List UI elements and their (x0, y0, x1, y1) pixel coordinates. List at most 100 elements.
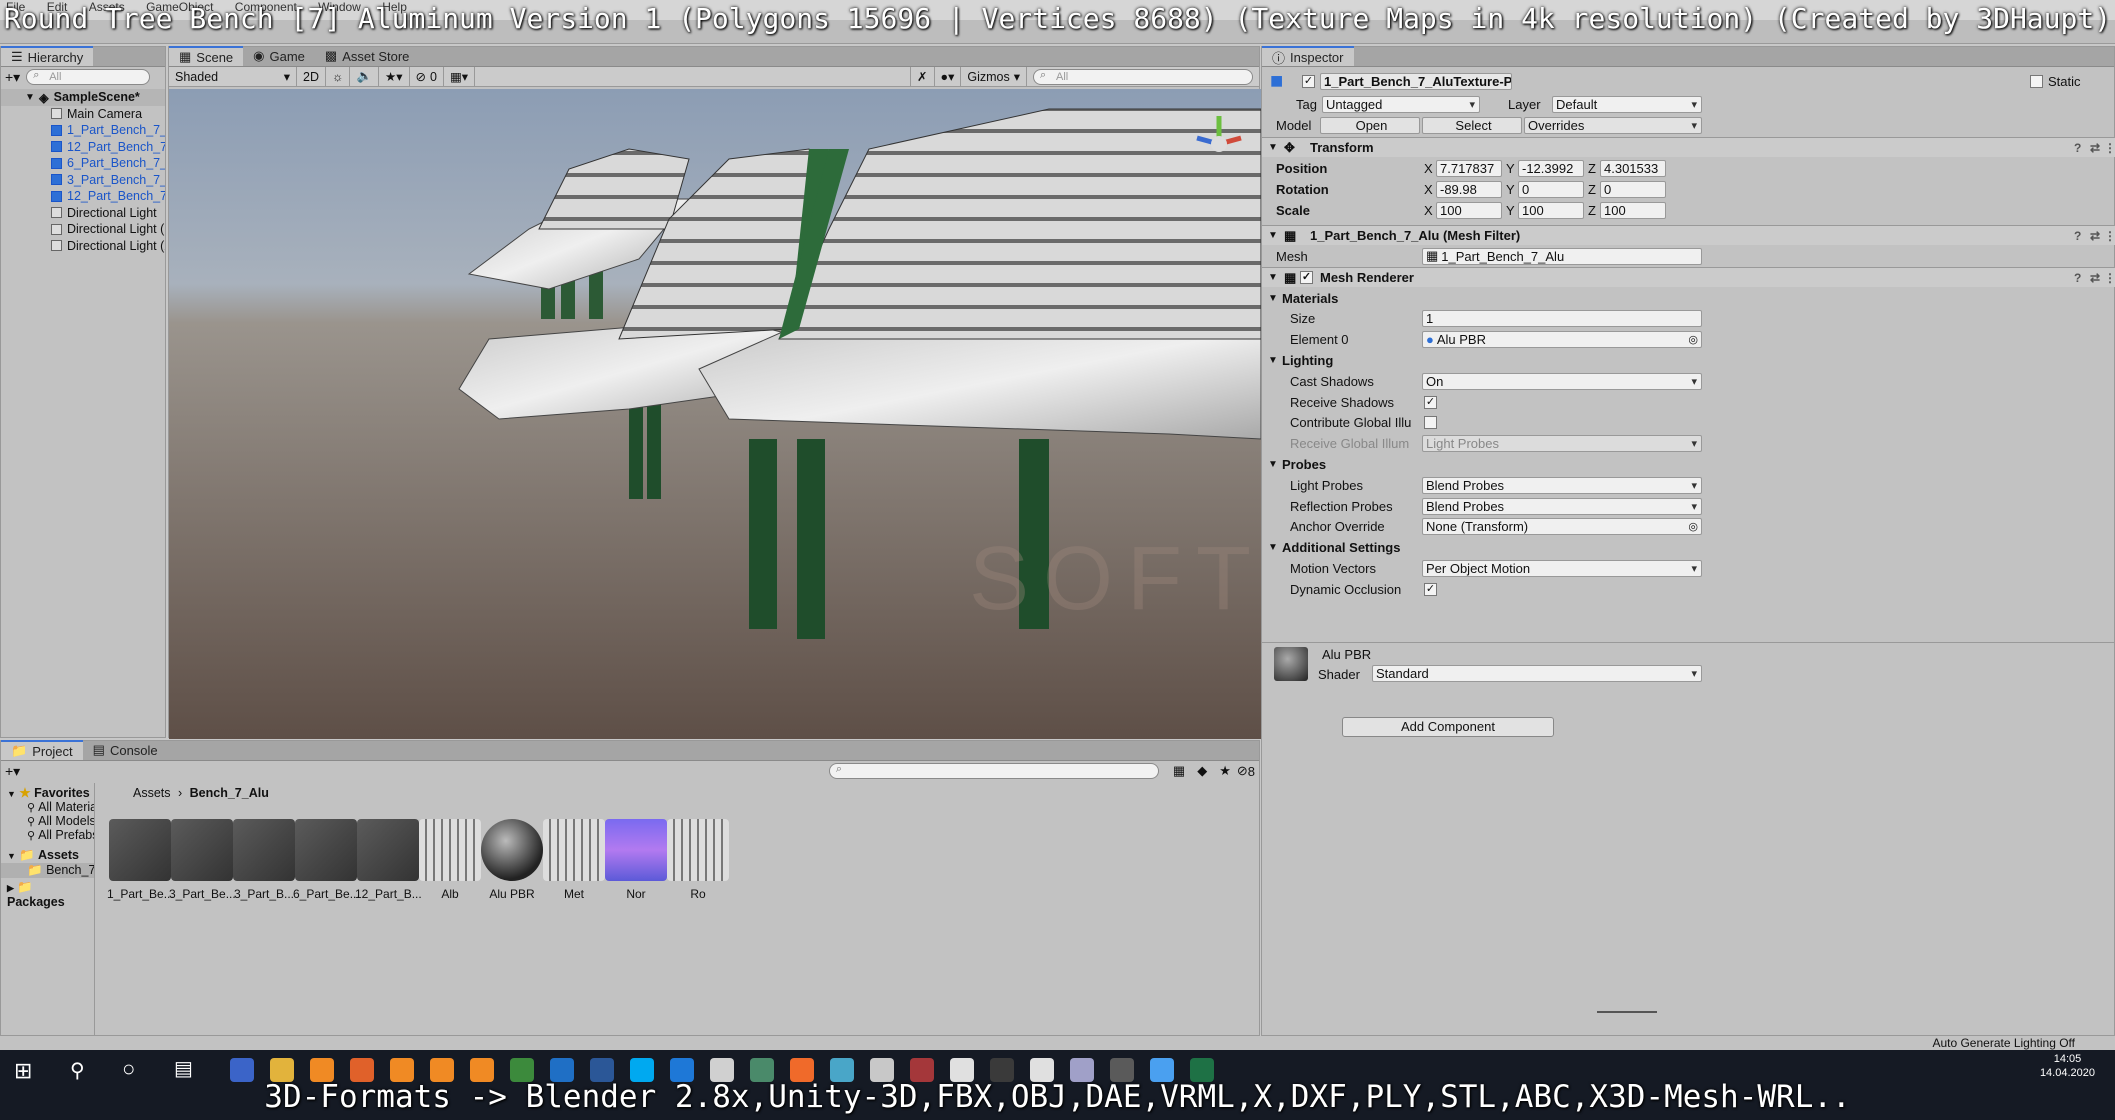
tab-inspector[interactable]: ⓘ Inspector (1262, 46, 1354, 66)
shading-mode-dropdown[interactable]: Shaded ▾ (169, 67, 297, 86)
gizmos-dropdown[interactable]: Gizmos ▾ (961, 67, 1027, 86)
asset-item[interactable]: Nor (603, 819, 669, 901)
tab-asset-store[interactable]: ▩ Asset Store (315, 46, 420, 66)
tab-scene[interactable]: ▦ Scene (169, 46, 244, 66)
add-icon[interactable]: +▾ (5, 763, 20, 780)
open-button[interactable]: Open (1320, 116, 1420, 134)
camera-dropdown-icon[interactable]: ●▾ (935, 67, 962, 86)
lighting-toggle-icon[interactable]: ☼ (326, 67, 351, 86)
rotation-y-field[interactable]: 0 (1518, 180, 1584, 198)
scale-x-field[interactable]: 100 (1436, 201, 1502, 219)
scene-viewport[interactable]: SOFTWARE (169, 89, 1261, 739)
hierarchy-item[interactable]: 6_Part_Bench_7_AluTe (1, 155, 165, 172)
object-picker-icon[interactable]: ◎ (1688, 520, 1698, 533)
layer-dropdown[interactable]: Default (1552, 95, 1702, 113)
materials-section-label[interactable]: Materials (1282, 291, 1338, 306)
hierarchy-item[interactable]: Main Camera (1, 106, 165, 123)
packages-header[interactable]: ▶ 📁 Packages (1, 878, 94, 909)
hierarchy-item[interactable]: 12_Part_Bench_7_AluT (1, 188, 165, 205)
asset-item[interactable]: Ro (665, 819, 731, 901)
select-button[interactable]: Select (1422, 116, 1522, 134)
chevron-down-icon[interactable]: ▼ (1268, 355, 1278, 366)
asset-item[interactable]: 3_Part_B... (231, 819, 297, 901)
mesh-field[interactable]: ▦ 1_Part_Bench_7_Alu (1422, 247, 1702, 265)
hierarchy-item[interactable]: Directional Light (1) (1, 221, 165, 238)
favorite-item[interactable]: ⚲All Materials (1, 800, 94, 814)
preset-icon[interactable]: ⇄ (2090, 229, 2100, 243)
hierarchy-item[interactable]: 3_Part_Bench_7_AluTe (1, 172, 165, 189)
favorites-header[interactable]: ▼ ★ Favorites (1, 783, 94, 800)
add-component-button[interactable]: Add Component (1342, 717, 1554, 737)
chevron-down-icon[interactable]: ▼ (1268, 293, 1278, 304)
motion-vectors-dropdown[interactable]: Per Object Motion (1422, 559, 1702, 577)
assets-header[interactable]: ▼ 📁 Assets (1, 842, 94, 863)
hierarchy-search-input[interactable]: All (26, 69, 151, 85)
scale-y-field[interactable]: 100 (1518, 201, 1584, 219)
tab-game[interactable]: ◉ Game (243, 46, 315, 66)
additional-settings-section-label[interactable]: Additional Settings (1282, 540, 1400, 555)
contribute-global-illumination-checkbox[interactable] (1424, 416, 1437, 430)
probes-section-label[interactable]: Probes (1282, 457, 1326, 472)
mesh-renderer-header[interactable]: ▼ ▦ ✓ Mesh Renderer ? ⇄ ⋮ (1262, 267, 2115, 287)
rotation-x-field[interactable]: -89.98 (1436, 180, 1502, 198)
hierarchy-item[interactable]: 12_Part_Bench_7_AluT (1, 139, 165, 156)
hierarchy-item[interactable]: Directional Light (1, 205, 165, 222)
more-menu-icon[interactable]: ⋮ (2104, 271, 2115, 285)
tools-icon[interactable]: ✗ (910, 67, 935, 86)
favorite-item[interactable]: ⚲ All Prefabs (1, 828, 94, 842)
zoom-slider[interactable] (1597, 1011, 1657, 1013)
position-x-field[interactable]: 7.717837 (1436, 159, 1502, 177)
asset-item[interactable]: 12_Part_B... (355, 819, 421, 901)
favorite-item[interactable]: ⚲ All Models (1, 814, 94, 828)
light-probes-dropdown[interactable]: Blend Probes (1422, 476, 1702, 494)
object-picker-icon[interactable]: ◎ (1688, 333, 1698, 346)
chevron-down-icon[interactable]: ▼ (1268, 459, 1278, 470)
static-checkbox[interactable] (2030, 74, 2043, 88)
hierarchy-item[interactable]: Directional Light (2) (1, 238, 165, 255)
preset-icon[interactable]: ⇄ (2090, 141, 2100, 155)
position-z-field[interactable]: 4.301533 (1600, 159, 1666, 177)
chevron-down-icon[interactable]: ▼ (1268, 542, 1278, 553)
object-active-checkbox[interactable]: ✓ (1302, 74, 1315, 88)
asset-item[interactable]: 3_Part_Be... (169, 819, 235, 901)
hierarchy-item[interactable]: 1_Part_Bench_7_AluTe (1, 122, 165, 139)
overrides-dropdown[interactable]: Overrides (1524, 116, 1702, 134)
anchor-override-field[interactable]: None (Transform) ◎ (1422, 518, 1702, 536)
lighting-section-label[interactable]: Lighting (1282, 353, 1333, 368)
help-icon[interactable]: ? (2074, 271, 2081, 285)
more-menu-icon[interactable]: ⋮ (2104, 229, 2115, 243)
hidden-objects-toggle[interactable]: ⊘ 0 (410, 67, 444, 86)
cast-shadows-dropdown[interactable]: On (1422, 372, 1702, 390)
scene-root-row[interactable]: ▼ ◈ SampleScene* (1, 89, 165, 106)
reflection-probes-dropdown[interactable]: Blend Probes (1422, 497, 1702, 515)
audio-toggle-icon[interactable]: 🔈 (350, 67, 380, 86)
preset-icon[interactable]: ⇄ (2090, 271, 2100, 285)
receive-shadows-checkbox[interactable]: ✓ (1424, 395, 1437, 409)
asset-item[interactable]: Alu PBR (479, 819, 545, 901)
receive-global-illumination-dropdown[interactable]: Light Probes (1422, 435, 1702, 453)
help-icon[interactable]: ? (2074, 229, 2081, 243)
tag-dropdown[interactable]: Untagged (1322, 95, 1480, 113)
more-menu-icon[interactable]: ⋮ (2104, 141, 2115, 155)
position-y-field[interactable]: -12.3992 (1518, 159, 1584, 177)
tab-project[interactable]: 📁 Project (1, 740, 83, 760)
scene-search-input[interactable]: All (1033, 68, 1253, 85)
asset-item[interactable]: Alb (417, 819, 483, 901)
object-name-field[interactable]: 1_Part_Bench_7_AluTexture-Packed (1320, 72, 1512, 90)
toggle-2d-button[interactable]: 2D (297, 67, 326, 86)
effects-dropdown-icon[interactable]: ★▾ (379, 67, 410, 86)
transform-header[interactable]: ▼ ✥ Transform ? ⇄ ⋮ (1262, 137, 2115, 157)
asset-item[interactable]: Met (541, 819, 607, 901)
mesh-filter-header[interactable]: ▼ ▦ 1_Part_Bench_7_Alu (Mesh Filter) ? ⇄… (1262, 225, 2115, 245)
scale-z-field[interactable]: 100 (1600, 201, 1666, 219)
shader-dropdown[interactable]: Standard (1372, 665, 1702, 682)
tab-hierarchy[interactable]: ☰ Hierarchy (1, 46, 94, 66)
dynamic-occlusion-checkbox[interactable]: ✓ (1424, 582, 1437, 596)
grid-dropdown-icon[interactable]: ▦▾ (444, 67, 476, 86)
add-icon[interactable]: +▾ (5, 69, 20, 86)
materials-size-field[interactable]: 1 (1422, 310, 1702, 328)
folder-bench-7-alu[interactable]: 📁 Bench_7_Alu (1, 863, 94, 878)
asset-item[interactable]: 6_Part_Be... (293, 819, 359, 901)
help-icon[interactable]: ? (2074, 141, 2081, 155)
chevron-down-icon[interactable]: ▼ (25, 92, 39, 103)
